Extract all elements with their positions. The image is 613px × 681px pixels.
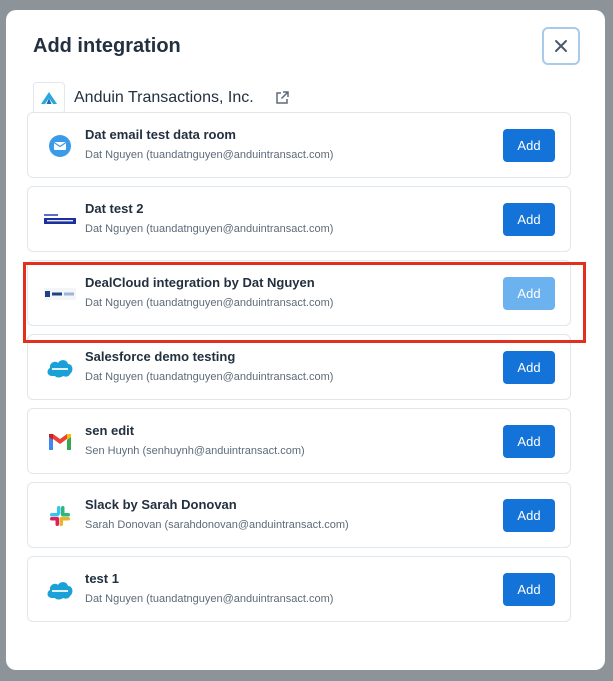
- integration-owner: Dat Nguyen (tuandatnguyen@anduintransact…: [85, 297, 334, 309]
- slack-logo-icon: [44, 502, 76, 530]
- intapp-logo-icon: [44, 206, 76, 234]
- integration-list: Dat email test data room Dat Nguyen (tua…: [27, 112, 571, 630]
- integration-owner: Sen Huynh (senhuynh@anduintransact.com): [85, 445, 305, 457]
- integration-name: Salesforce demo testing: [85, 349, 236, 364]
- organization-name: Anduin Transactions, Inc.: [74, 89, 254, 106]
- integration-owner: Sarah Donovan (sarahdonovan@anduintransa…: [85, 519, 349, 531]
- add-button[interactable]: Add: [503, 129, 555, 162]
- integration-item-test-1: test 1 Dat Nguyen (tuandatnguyen@anduint…: [27, 556, 571, 622]
- dealcloud-logo-icon: [44, 280, 76, 308]
- add-button[interactable]: Add: [503, 277, 555, 310]
- integration-name: test 1: [85, 571, 119, 586]
- integration-owner: Dat Nguyen (tuandatnguyen@anduintransact…: [85, 223, 334, 235]
- integration-name: sen edit: [85, 423, 135, 438]
- add-button[interactable]: Add: [503, 351, 555, 384]
- gmail-logo-icon: [44, 428, 76, 456]
- modal-title: Add integration: [33, 35, 181, 57]
- close-button[interactable]: [542, 27, 580, 65]
- add-button[interactable]: Add: [503, 499, 555, 532]
- integration-item-email: Dat email test data room Dat Nguyen (tua…: [27, 112, 571, 178]
- salesforce-logo-icon: [44, 354, 76, 382]
- add-button[interactable]: Add: [503, 425, 555, 458]
- integration-item-dealcloud: DealCloud integration by Dat Nguyen Dat …: [27, 260, 571, 326]
- email-icon: [44, 132, 76, 160]
- integration-name: Dat test 2: [85, 201, 144, 216]
- integration-item-salesforce-demo: Salesforce demo testing Dat Nguyen (tuan…: [27, 334, 571, 400]
- integration-name: Dat email test data room: [85, 127, 236, 142]
- organization-row: Anduin Transactions, Inc.: [33, 82, 290, 114]
- external-link-icon[interactable]: [274, 90, 290, 106]
- integration-item-sen-edit: sen edit Sen Huynh (senhuynh@anduintrans…: [27, 408, 571, 474]
- integration-item-dat-test-2: Dat test 2 Dat Nguyen (tuandatnguyen@and…: [27, 186, 571, 252]
- integration-owner: Dat Nguyen (tuandatnguyen@anduintransact…: [85, 371, 334, 383]
- integration-name: Slack by Sarah Donovan: [85, 497, 237, 512]
- integration-owner: Dat Nguyen (tuandatnguyen@anduintransact…: [85, 149, 334, 161]
- add-button[interactable]: Add: [503, 573, 555, 606]
- anduin-logo-icon: [33, 82, 65, 114]
- add-button[interactable]: Add: [503, 203, 555, 236]
- close-icon: [555, 40, 567, 52]
- integration-item-slack: Slack by Sarah Donovan Sarah Donovan (sa…: [27, 482, 571, 548]
- integration-owner: Dat Nguyen (tuandatnguyen@anduintransact…: [85, 593, 334, 605]
- salesforce-logo-icon: [44, 576, 76, 604]
- integration-name: DealCloud integration by Dat Nguyen: [85, 275, 315, 290]
